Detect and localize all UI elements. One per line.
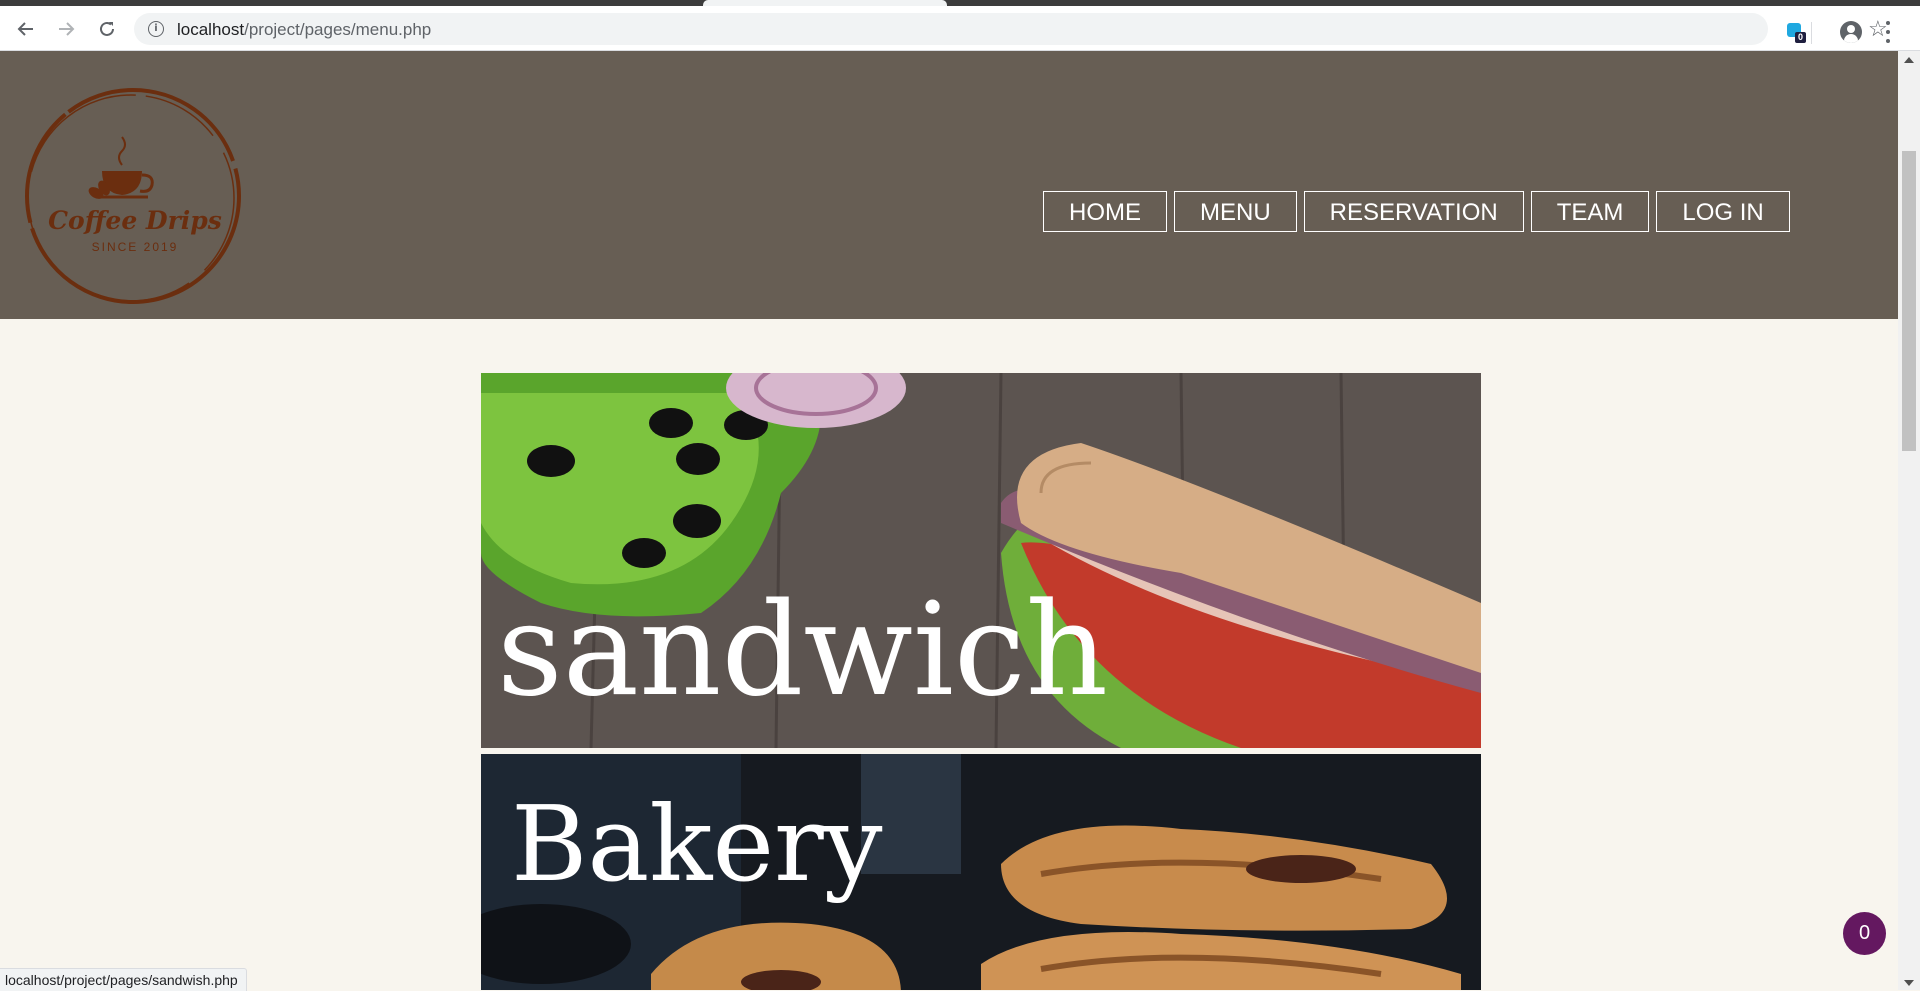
back-button[interactable] — [12, 15, 40, 43]
profile-avatar-icon[interactable] — [1840, 21, 1862, 43]
url-host: localhost — [177, 20, 245, 39]
bakery-category-tile[interactable]: Bakery — [481, 754, 1481, 990]
main-nav: HOME MENU RESERVATION TEAM LOG IN — [1043, 191, 1790, 232]
reload-button[interactable] — [93, 15, 121, 43]
forward-button[interactable] — [52, 15, 80, 43]
browser-toolbar: i localhost/project/pages/menu.php ☆ 0 — [0, 6, 1920, 51]
extension-badge: 0 — [1795, 32, 1807, 43]
extension-button[interactable]: 0 — [1786, 20, 1807, 43]
coffee-drips-logo[interactable]: Coffee Drips SINCE 2019 — [18, 81, 248, 311]
nav-menu[interactable]: MENU — [1174, 191, 1297, 232]
arrow-right-icon — [59, 22, 75, 36]
site-header: Coffee Drips SINCE 2019 HOME MENU RESERV… — [0, 51, 1898, 319]
nav-log-in[interactable]: LOG IN — [1656, 191, 1790, 232]
bakery-caption: Bakery — [511, 783, 883, 905]
status-bar-url: localhost/project/pages/sandwish.php — [0, 968, 247, 991]
scroll-down-arrow-icon[interactable] — [1904, 980, 1914, 986]
page-scrollbar[interactable] — [1898, 51, 1920, 990]
sandwich-caption: sandwich — [497, 576, 1108, 725]
nav-reservation[interactable]: RESERVATION — [1303, 191, 1524, 232]
url-path: /project/pages/menu.php — [244, 20, 432, 39]
scroll-thumb[interactable] — [1902, 151, 1916, 451]
reload-icon — [100, 21, 114, 36]
info-icon[interactable]: i — [148, 21, 164, 37]
browser-menu-icon[interactable] — [1886, 21, 1890, 43]
sandwich-category-tile[interactable]: sandwich — [481, 373, 1481, 748]
address-bar[interactable]: i localhost/project/pages/menu.php ☆ — [134, 13, 1888, 45]
arrow-left-icon — [17, 22, 33, 36]
logo-title: Coffee Drips — [48, 206, 222, 235]
toolbar-divider — [1811, 22, 1812, 44]
page-viewport: Coffee Drips SINCE 2019 HOME MENU RESERV… — [0, 51, 1898, 990]
nav-team[interactable]: TEAM — [1530, 191, 1650, 232]
cart-count-bubble[interactable]: 0 — [1843, 912, 1886, 955]
bookmark-star-icon[interactable]: ☆ — [1868, 18, 1888, 40]
scroll-up-arrow-icon[interactable] — [1904, 57, 1914, 63]
logo-subtitle: SINCE 2019 — [92, 240, 179, 254]
url-text[interactable]: localhost/project/pages/menu.php — [177, 20, 431, 40]
nav-home[interactable]: HOME — [1043, 191, 1167, 232]
